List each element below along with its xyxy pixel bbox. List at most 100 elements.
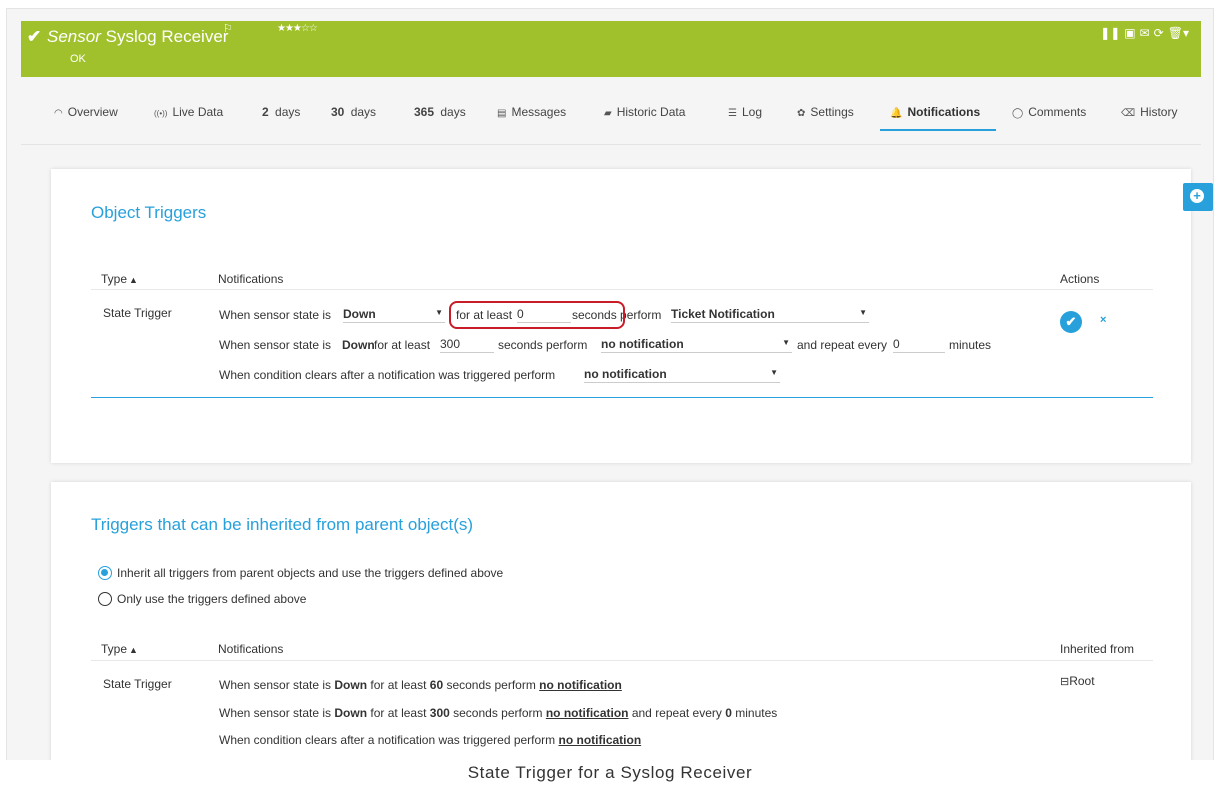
header-divider [91, 289, 1153, 290]
tab-number: 2 [262, 105, 269, 119]
sensor-page: ✔ Sensor Syslog Receiver ⚐ ★★★☆☆ OK ❚❚ ▣… [6, 8, 1214, 760]
repeat-value: 0 [725, 706, 732, 720]
tab-label: Settings [810, 105, 854, 119]
text-fragment: seconds perform [449, 706, 546, 720]
active-tab-indicator [880, 129, 996, 131]
root-group-icon: ⊟ [1060, 676, 1070, 688]
notification-link[interactable]: no notification [546, 706, 629, 720]
minutes-label: minutes [949, 338, 992, 352]
header-divider [91, 660, 1153, 661]
column-notifications: Notifications [218, 272, 284, 286]
only-defined-radio[interactable] [98, 592, 112, 606]
tab-label: Overview [67, 105, 118, 119]
inherited-from-root[interactable]: ⊟Root [1060, 674, 1095, 688]
tab-label: History [1140, 105, 1178, 119]
text-fragment: for at least [367, 706, 430, 720]
trigger-type: State Trigger [103, 677, 172, 691]
inherit-all-radio[interactable] [98, 566, 112, 580]
bell-icon: 🔔 [890, 108, 903, 119]
chevron-down-icon: ▼ [859, 308, 867, 317]
messages-icon: ▤ [497, 108, 507, 119]
text-fragment: minutes [731, 706, 778, 720]
flag-icon[interactable]: ⚐ [223, 22, 233, 35]
tab-settings[interactable]: ✿ Settings [797, 105, 854, 119]
live-data-icon: ((•)) [154, 109, 168, 118]
select-value: Down [343, 307, 376, 321]
tab-label: Log [741, 105, 762, 119]
seconds-value: 300 [429, 706, 450, 720]
text-fragment: When sensor state is [219, 678, 335, 692]
select-value: no notification [601, 337, 684, 351]
tab-overview[interactable]: ◠ Overview [54, 105, 118, 119]
text-fragment: for at least [367, 678, 430, 692]
sort-asc-icon: ▲ [129, 645, 138, 655]
email-icon[interactable]: ✉ [1140, 26, 1150, 40]
inherited-line-2: When sensor state is Down for at least 3… [219, 706, 777, 720]
column-label: Type [101, 272, 128, 286]
trigger-line-2-label: When sensor state is [219, 338, 332, 352]
sensor-type-label: Sensor [47, 27, 101, 46]
tab-bar: ◠ Overview ((•)) Live Data 2 days 30 days … [21, 89, 1201, 145]
priority-stars[interactable]: ★★★☆☆ [277, 23, 318, 34]
seconds-perform-label: seconds perform [498, 338, 588, 352]
tab-number: 30 [331, 105, 345, 119]
tab-365-days[interactable]: 365 days [414, 105, 466, 119]
comments-icon: ◯ [1012, 108, 1024, 119]
trigger-divider [91, 397, 1153, 398]
inherited-triggers-panel: Triggers that can be inherited from pare… [51, 482, 1191, 760]
sort-asc-icon: ▲ [129, 275, 138, 285]
repeat-minutes-input[interactable]: 0 [893, 337, 945, 353]
pause-icon[interactable]: ❚❚ [1100, 26, 1120, 40]
clear-notification-select[interactable]: no notification ▼ [584, 367, 780, 383]
state-select[interactable]: Down ▼ [343, 307, 445, 323]
select-value: no notification [584, 367, 667, 381]
tab-label: Comments [1028, 105, 1087, 119]
notification-link[interactable]: no notification [559, 733, 642, 747]
save-trigger-button[interactable]: ✔ [1060, 311, 1082, 333]
column-actions: Actions [1060, 272, 1100, 286]
cancel-trigger-button[interactable]: × [1100, 314, 1106, 326]
trigger-line-1-label: When sensor state is [219, 308, 332, 322]
tab-log[interactable]: ☰ Log [728, 105, 762, 119]
for-at-least-label: for at least [374, 338, 431, 352]
report-icon[interactable]: ▣ [1124, 26, 1135, 40]
tab-label: days [350, 105, 377, 119]
escalation-notification-select[interactable]: no notification ▼ [601, 337, 792, 353]
tab-comments[interactable]: ◯ Comments [1012, 105, 1086, 119]
column-type[interactable]: Type ▲ [101, 642, 138, 656]
trigger-line-3-label: When condition clears after a notificati… [219, 368, 556, 382]
tab-label: Live Data [172, 105, 224, 119]
text-fragment: seconds perform [443, 678, 540, 692]
tab-label: Messages [511, 105, 567, 119]
inherited-line-1: When sensor state is Down for at least 6… [219, 678, 622, 692]
tab-live-data[interactable]: ((•)) Live Data [154, 105, 223, 119]
sensor-name: Syslog Receiver [105, 27, 229, 46]
header-toolbar: ❚❚ ▣ ✉ ⟳ 🗑▾ [1100, 26, 1189, 40]
tab-30-days[interactable]: 30 days [331, 105, 376, 119]
history-icon: ⌫ [1121, 108, 1136, 119]
only-defined-label: Only use the triggers defined above [117, 592, 307, 606]
delete-menu-icon[interactable]: 🗑▾ [1168, 26, 1189, 40]
highlight-box [449, 301, 625, 329]
state-value: Down [334, 706, 368, 720]
column-label: Type [101, 642, 128, 656]
text-fragment: When condition clears after a notificati… [219, 733, 559, 747]
column-type[interactable]: Type ▲ [101, 272, 138, 286]
tab-number: 365 [414, 105, 435, 119]
add-button[interactable]: + [1183, 183, 1213, 211]
tab-historic-data[interactable]: ▰ Historic Data [604, 105, 685, 119]
tab-messages[interactable]: ▤ Messages [497, 105, 566, 119]
escalation-seconds-input[interactable]: 300 [440, 337, 494, 353]
chevron-down-icon: ▼ [435, 308, 443, 317]
inherited-line-3: When condition clears after a notificati… [219, 733, 641, 747]
tab-2-days[interactable]: 2 days [262, 105, 300, 119]
tab-label: days [275, 105, 301, 119]
notification-select[interactable]: Ticket Notification ▼ [671, 307, 869, 323]
tab-history[interactable]: ⌫ History [1121, 105, 1177, 119]
tab-notifications[interactable]: 🔔 Notifications [890, 105, 980, 119]
chevron-down-icon: ▼ [770, 368, 778, 377]
sensor-header: ✔ Sensor Syslog Receiver ⚐ ★★★☆☆ OK ❚❚ ▣… [21, 21, 1201, 77]
notification-link[interactable]: no notification [539, 678, 622, 692]
refresh-icon[interactable]: ⟳ [1154, 26, 1164, 40]
tab-label: Notifications [907, 105, 981, 119]
